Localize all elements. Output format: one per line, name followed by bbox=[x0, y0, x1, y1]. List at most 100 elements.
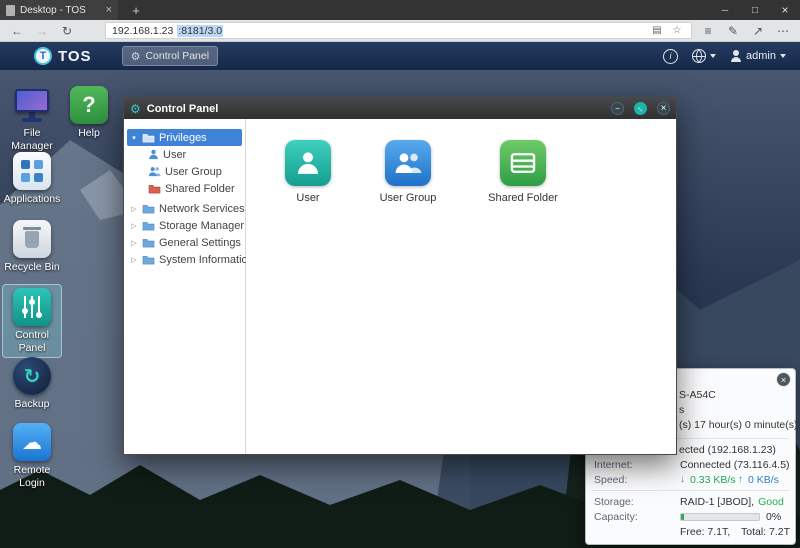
tree-item-network-services[interactable]: Network Services bbox=[124, 200, 245, 217]
new-tab-button[interactable] bbox=[124, 0, 148, 20]
window-close-button[interactable] bbox=[770, 0, 800, 20]
folder-icon bbox=[142, 239, 155, 248]
desktop-icon-control-panel[interactable]: Control Panel bbox=[2, 284, 62, 359]
remote-login-icon bbox=[13, 423, 51, 461]
info-icon[interactable] bbox=[663, 48, 679, 64]
tree-item-user-group[interactable]: User Group bbox=[124, 163, 245, 180]
taskbar-item-label: Control Panel bbox=[145, 50, 210, 62]
window-maximize-button[interactable] bbox=[740, 0, 770, 20]
capacity-bar-fill bbox=[681, 514, 685, 520]
applications-icon bbox=[13, 152, 51, 190]
expander-icon[interactable] bbox=[130, 222, 138, 230]
content-icon-user-group[interactable]: User Group bbox=[378, 140, 438, 204]
expander-icon[interactable] bbox=[130, 134, 138, 142]
chevron-down-icon bbox=[780, 54, 786, 58]
tree-item-system-information[interactable]: System Information bbox=[124, 251, 254, 268]
tree-item-label: General Settings bbox=[159, 236, 241, 249]
content-icon-user[interactable]: User bbox=[278, 140, 338, 204]
user-icon bbox=[285, 140, 331, 186]
storage-label: Storage: bbox=[594, 496, 634, 508]
window-minimize-button[interactable] bbox=[710, 0, 740, 20]
desktop-icon-label: Control Panel bbox=[15, 329, 49, 354]
capacity-label: Capacity: bbox=[594, 511, 638, 523]
desktop-icon-label: Backup bbox=[14, 398, 50, 410]
content-icon-label: User Group bbox=[379, 192, 437, 204]
free-value: Free: 7.1T, bbox=[680, 526, 731, 538]
tree-item-user[interactable]: User bbox=[124, 146, 245, 163]
fullscreen-button[interactable] bbox=[634, 102, 647, 115]
storage-value: RAID-1 [JBOD], Good bbox=[680, 496, 784, 508]
browser-tab[interactable]: Desktop - TOS bbox=[0, 0, 118, 20]
forward-button[interactable] bbox=[33, 25, 51, 37]
more-options-icon[interactable] bbox=[774, 25, 792, 37]
capacity-percent: 0% bbox=[766, 511, 782, 523]
uptime-fragment: (s) 17 hour(s) 0 minute(s) bbox=[679, 419, 798, 431]
gear-icon bbox=[130, 100, 141, 118]
version-fragment: s bbox=[679, 404, 685, 416]
username: admin bbox=[746, 50, 776, 62]
storage-raid: RAID-1 [JBOD], bbox=[680, 496, 755, 508]
user-group-icon bbox=[148, 167, 161, 177]
window-titlebar[interactable]: Control Panel bbox=[124, 98, 676, 119]
tos-topbar: T TOS Control Panel admin bbox=[0, 42, 800, 70]
desktop-icon-help[interactable]: Help bbox=[60, 86, 118, 140]
address-bar[interactable]: 192.168.1.23 :8181/3.0 bbox=[105, 22, 692, 39]
internet-label: Internet: bbox=[594, 459, 633, 471]
desktop-icon-remote-login[interactable]: Remote Login bbox=[3, 423, 61, 489]
url-port: :8181/3.0 bbox=[177, 24, 224, 37]
tos-logo-icon: T bbox=[34, 47, 52, 65]
minimize-button[interactable] bbox=[611, 102, 624, 115]
folder-icon bbox=[142, 134, 155, 143]
hub-icon[interactable] bbox=[699, 25, 717, 37]
upload-arrow-icon bbox=[738, 474, 747, 485]
tree-item-label: User Group bbox=[165, 165, 222, 178]
browser-navbar: 192.168.1.23 :8181/3.0 bbox=[0, 20, 800, 42]
tree-item-privileges[interactable]: Privileges bbox=[127, 129, 242, 146]
desktop-icon-applications[interactable]: Applications bbox=[3, 152, 61, 206]
expander-icon[interactable] bbox=[130, 239, 138, 247]
storage-status: Good bbox=[758, 496, 784, 508]
tree-item-label: Privileges bbox=[159, 131, 207, 144]
speed-down-value: 0.33 KB/s bbox=[690, 474, 736, 486]
close-button[interactable] bbox=[657, 102, 670, 115]
chevron-down-icon bbox=[710, 54, 717, 58]
reading-view-icon[interactable] bbox=[649, 26, 665, 36]
taskbar-item-control-panel[interactable]: Control Panel bbox=[121, 46, 219, 66]
popup-close-icon[interactable] bbox=[776, 372, 791, 387]
desktop-icon-label: Help bbox=[78, 127, 100, 139]
folder-icon bbox=[142, 256, 155, 265]
window-controls bbox=[710, 0, 800, 20]
url-host: 192.168.1.23 bbox=[112, 24, 174, 37]
desktop-icon-backup[interactable]: Backup bbox=[3, 357, 61, 411]
control-panel-window: Control Panel Privileges User User Group… bbox=[123, 97, 677, 455]
tree-item-label: Shared Folder bbox=[165, 182, 235, 195]
desktop-icon-recycle-bin[interactable]: Recycle Bin bbox=[3, 220, 61, 274]
tree-item-storage-manager[interactable]: Storage Manager bbox=[124, 217, 245, 234]
recycle-bin-icon bbox=[13, 220, 51, 258]
tree-item-general-settings[interactable]: General Settings bbox=[124, 234, 245, 251]
language-menu[interactable] bbox=[692, 49, 717, 63]
internet-value: Connected (73.116.4.5) bbox=[680, 459, 790, 471]
favorites-star-icon[interactable] bbox=[669, 26, 685, 36]
tab-close-icon[interactable] bbox=[106, 5, 112, 16]
share-icon[interactable] bbox=[749, 25, 767, 37]
total-value: Total: 7.2T bbox=[741, 526, 791, 538]
tree-item-shared-folder[interactable]: Shared Folder bbox=[124, 180, 245, 197]
speed-label: Speed: bbox=[594, 474, 628, 486]
desktop-icon-file-manager[interactable]: File Manager bbox=[3, 86, 61, 152]
globe-icon bbox=[692, 49, 707, 63]
web-note-icon[interactable] bbox=[724, 25, 742, 37]
back-button[interactable] bbox=[8, 25, 26, 37]
gear-icon bbox=[131, 50, 141, 63]
capacity-bar bbox=[680, 513, 760, 521]
lan-fragment: ected (192.168.1.23) bbox=[679, 444, 776, 456]
refresh-button[interactable] bbox=[58, 25, 76, 37]
user-menu[interactable]: admin bbox=[730, 50, 786, 62]
expander-icon[interactable] bbox=[130, 205, 138, 213]
tab-favicon-icon bbox=[6, 4, 15, 16]
expander-icon[interactable] bbox=[130, 256, 138, 264]
tos-logo-text: TOS bbox=[58, 47, 92, 65]
topbar-right-controls: admin bbox=[663, 48, 786, 64]
content-icon-shared-folder[interactable]: Shared Folder bbox=[488, 140, 558, 204]
tos-logo[interactable]: T TOS bbox=[34, 47, 92, 65]
